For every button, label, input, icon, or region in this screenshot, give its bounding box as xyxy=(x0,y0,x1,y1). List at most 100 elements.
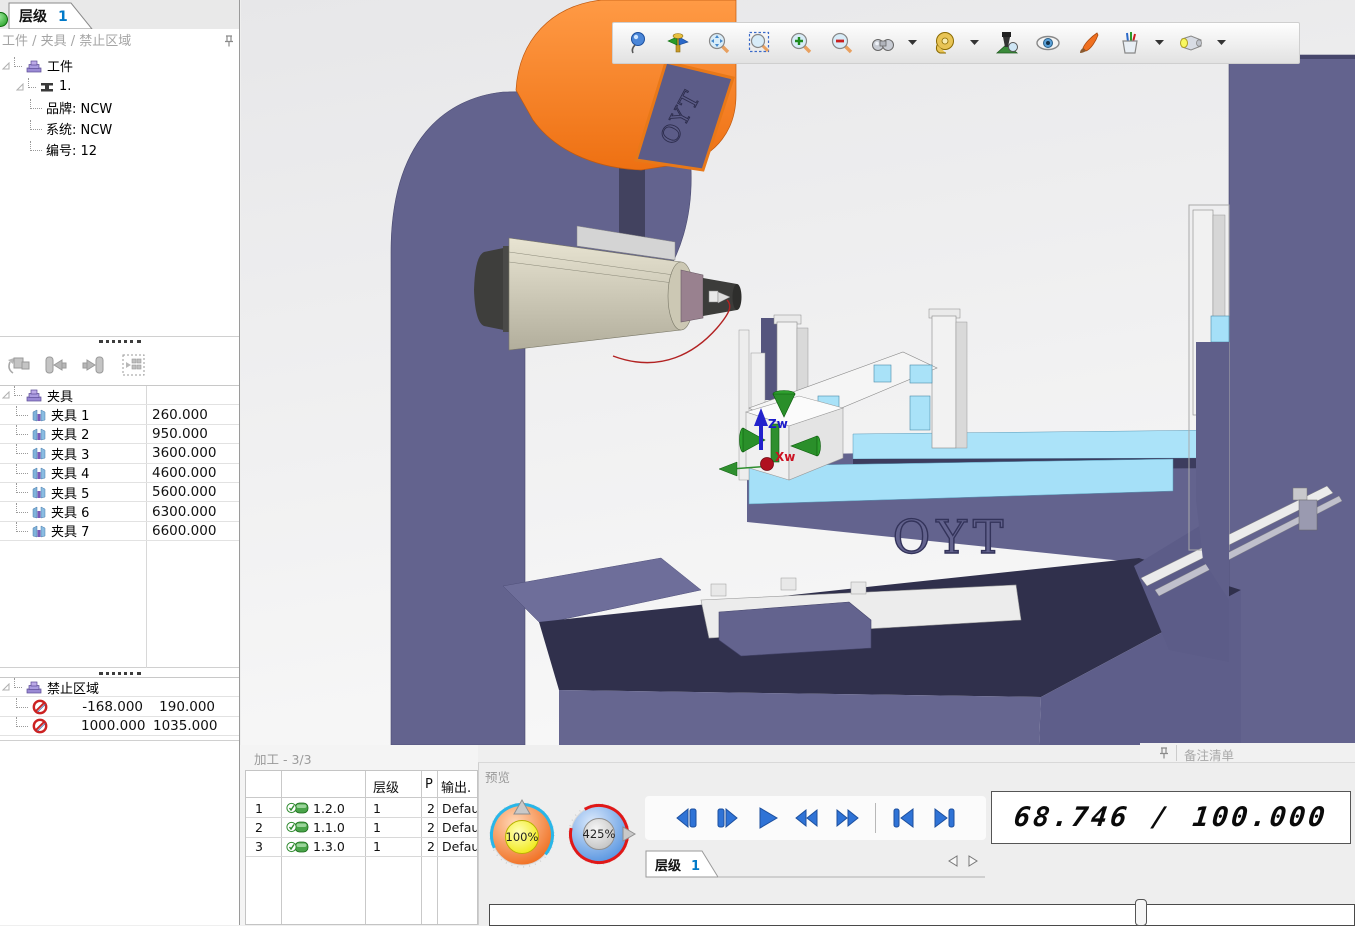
assign-grid-icon xyxy=(121,352,147,378)
forbidden-min: -168.000 xyxy=(81,699,143,715)
machine-3d-scene[interactable]: OYT OYT xyxy=(241,0,1355,745)
play-button[interactable] xyxy=(752,803,782,833)
timeline-slider-handle[interactable] xyxy=(1135,899,1147,926)
fixture-icon xyxy=(32,408,46,422)
preview-tab-number: 1 xyxy=(691,859,700,874)
tree-item-brand[interactable]: 品牌: NCW xyxy=(0,97,239,118)
fixture-row-7[interactable]: 夹具 7 6600.000 xyxy=(0,522,239,541)
expand-toggle-icon[interactable] xyxy=(2,391,10,399)
tree-item-fixture-root[interactable]: 夹具 xyxy=(0,386,239,405)
fixture-row-5[interactable]: 夹具 5 5600.000 xyxy=(0,483,239,502)
tab-level-1[interactable]: 层级 1 xyxy=(8,1,100,29)
playback-controls xyxy=(645,796,986,840)
zoom-dial[interactable]: 425% xyxy=(567,801,637,867)
zoom-window-icon xyxy=(748,31,772,55)
light-dropdown-caret[interactable] xyxy=(1217,26,1228,60)
go-to-start-icon xyxy=(891,805,917,831)
fixture-row-3[interactable]: 夹具 3 3600.000 xyxy=(0,444,239,463)
visibility-button[interactable] xyxy=(1032,26,1064,60)
fixture-row-6[interactable]: 夹具 6 6300.000 xyxy=(0,502,239,521)
expand-toggle-icon[interactable] xyxy=(2,62,10,70)
panel-splitter[interactable] xyxy=(0,338,239,345)
tree-item-workpiece-root[interactable]: 工件 xyxy=(0,55,239,76)
machine-logo-text: OYT xyxy=(893,510,1010,564)
fixture-move-right-button[interactable] xyxy=(74,349,111,381)
fixture-value: 950.000 xyxy=(152,426,208,442)
tab-scroll-left-button[interactable] xyxy=(948,855,962,871)
fixture-row-1[interactable]: 夹具 1 260.000 xyxy=(0,405,239,424)
progress-total: 100.000 xyxy=(1191,802,1330,833)
tool-inspect-button[interactable] xyxy=(991,26,1023,60)
preview-tab-label: 层级 xyxy=(655,858,682,874)
progress-separator: / xyxy=(1150,802,1173,833)
go-to-end-button[interactable] xyxy=(929,803,959,833)
fixture-transfer-button[interactable] xyxy=(0,349,37,381)
step-back-button[interactable] xyxy=(672,803,702,833)
tree-item-part[interactable]: 1. xyxy=(0,76,239,97)
fixture-root-icon xyxy=(26,388,42,402)
measure-button[interactable] xyxy=(929,26,961,60)
no-entry-icon xyxy=(32,699,48,715)
zoom-in-icon xyxy=(789,31,813,55)
annotation-dropdown-caret[interactable] xyxy=(1155,26,1166,60)
measure-dropdown-caret[interactable] xyxy=(970,26,981,60)
pen-cup-icon xyxy=(1118,31,1142,55)
preview-tab-level-1[interactable]: 层级 1 xyxy=(645,848,986,879)
machining-row-3[interactable]: 3 1.3.0 1 2 Defau xyxy=(246,838,477,857)
machine-3d-viewport[interactable]: OYT OYT xyxy=(241,0,1355,745)
part-icon xyxy=(40,81,54,93)
panel-tab-bar: 层级 1 xyxy=(0,0,239,29)
view-orientation-button[interactable] xyxy=(662,26,694,60)
expand-toggle-icon[interactable] xyxy=(16,83,24,91)
notes-panel-header: 备注清单 xyxy=(1140,743,1355,763)
tree-item-number[interactable]: 编号: 12 xyxy=(0,139,239,160)
tab-scroll-right-button[interactable] xyxy=(968,855,982,871)
pin-notes-button[interactable] xyxy=(1156,746,1172,762)
zoom-window-button[interactable] xyxy=(744,26,776,60)
go-to-start-button[interactable] xyxy=(889,803,919,833)
preview-timeline[interactable] xyxy=(489,904,1355,926)
fast-forward-icon xyxy=(834,805,860,831)
status-dot-icon xyxy=(0,12,8,27)
preview-panel-title: 预览 xyxy=(485,767,510,786)
forbidden-max: 1035.000 xyxy=(153,718,215,734)
pick-pin-button[interactable] xyxy=(621,26,653,60)
fixture-tree: 夹具 夹具 1 260.000 夹具 2 950.000 夹具 3 3600.0… xyxy=(0,385,239,668)
find-button[interactable] xyxy=(867,26,899,60)
tree-item-forbidden-root[interactable]: 禁止区域 xyxy=(0,678,239,697)
speed-dial[interactable]: 100% xyxy=(486,797,558,869)
tree-item-system[interactable]: 系统: NCW xyxy=(0,118,239,139)
tool-inspect-icon xyxy=(994,31,1020,55)
panel-splitter[interactable] xyxy=(0,670,239,677)
pin-panel-button[interactable] xyxy=(221,34,237,50)
forbidden-row-2[interactable]: 1000.000 1035.000 xyxy=(0,717,239,736)
fixture-row-4[interactable]: 夹具 4 4600.000 xyxy=(0,464,239,483)
speed-dial-value: 100% xyxy=(506,830,539,844)
fixture-assign-button[interactable] xyxy=(115,349,152,381)
dropdown-caret-icon xyxy=(1155,40,1164,46)
fixture-toolbar xyxy=(0,345,239,384)
fast-forward-button[interactable] xyxy=(832,803,862,833)
zoom-out-button[interactable] xyxy=(826,26,858,60)
machining-row-1[interactable]: 1 1.2.0 1 2 Defau xyxy=(246,799,477,818)
move-right-icon xyxy=(80,352,106,378)
forbidden-row-1[interactable]: -168.000 190.000 xyxy=(0,697,239,716)
col-output: 输出. xyxy=(441,777,471,796)
step-forward-button[interactable] xyxy=(712,803,742,833)
pushpin-icon xyxy=(1160,748,1168,759)
expand-toggle-icon[interactable] xyxy=(2,683,10,691)
rewind-button[interactable] xyxy=(792,803,822,833)
fixture-row-2[interactable]: 夹具 2 950.000 xyxy=(0,425,239,444)
operation-id: 1.1.0 xyxy=(313,820,345,835)
zoom-in-button[interactable] xyxy=(785,26,817,60)
pushpin-icon xyxy=(225,36,233,47)
light-button[interactable] xyxy=(1176,26,1208,60)
fixture-move-left-button[interactable] xyxy=(37,349,74,381)
toolbar-divider xyxy=(875,803,876,833)
machining-row-2[interactable]: 2 1.1.0 1 2 Defau xyxy=(246,818,477,837)
zoom-dynamic-button[interactable] xyxy=(703,26,735,60)
annotation-tools-button[interactable] xyxy=(1114,26,1146,60)
workpiece-tree: 工件 1. 品牌: NCW 系统: NCW 编号: 12 xyxy=(0,55,239,337)
paint-button[interactable] xyxy=(1073,26,1105,60)
find-dropdown-caret[interactable] xyxy=(908,26,919,60)
